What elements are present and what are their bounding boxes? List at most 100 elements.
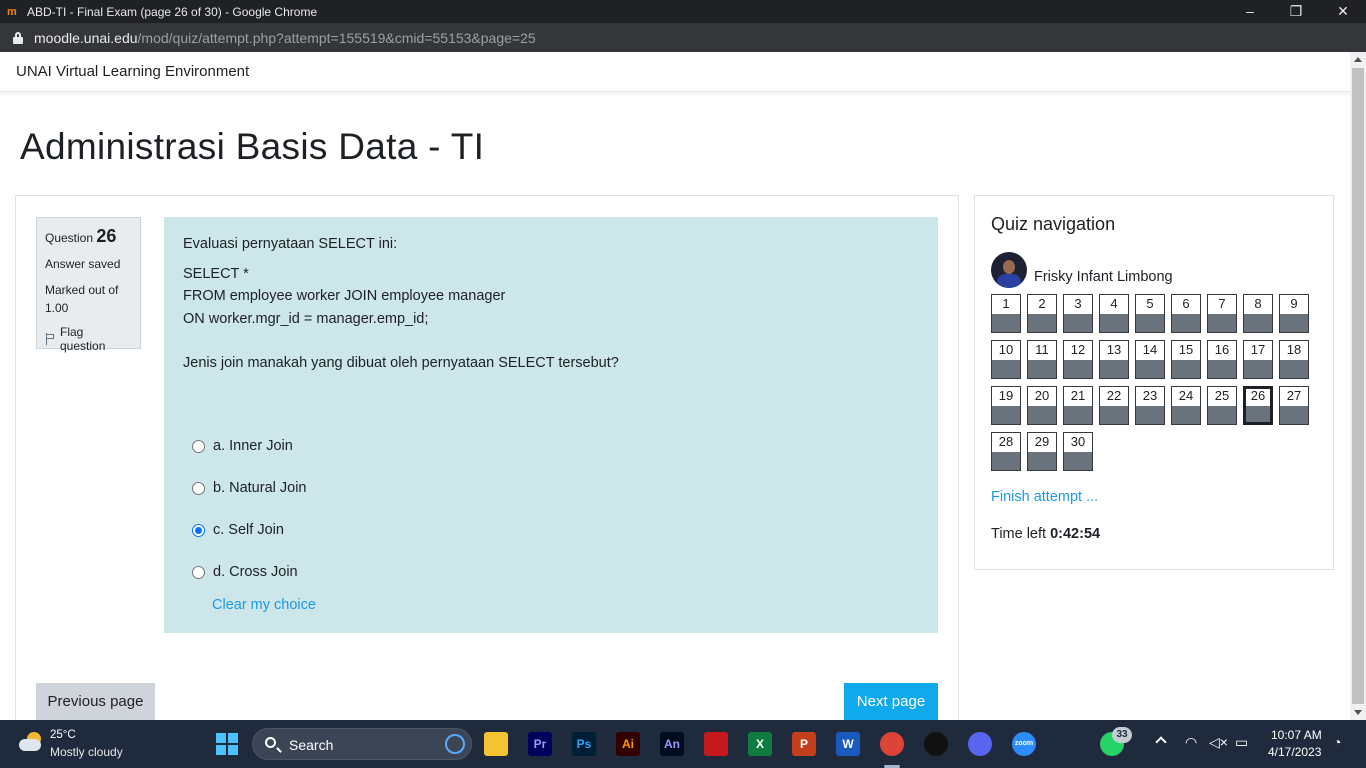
- question-nav-number: 3: [1074, 296, 1082, 311]
- word-icon[interactable]: W: [836, 732, 860, 756]
- scroll-up-arrow-icon[interactable]: [1354, 57, 1362, 62]
- clock-date[interactable]: 4/17/2023: [1268, 745, 1321, 759]
- acrobat-icon[interactable]: [704, 732, 728, 756]
- answer-option-b[interactable]: b. Natural Join: [192, 467, 307, 509]
- answer-option-c[interactable]: c. Self Join: [192, 509, 307, 551]
- flag-question-button[interactable]: Flag question: [45, 325, 132, 353]
- animate-icon[interactable]: An: [660, 732, 684, 756]
- photoshop-icon[interactable]: Ps: [572, 732, 596, 756]
- question-nav-button-23[interactable]: 23: [1135, 386, 1165, 425]
- question-nav-button-9[interactable]: 9: [1279, 294, 1309, 333]
- answer-radio-b[interactable]: [192, 481, 205, 495]
- excel-icon[interactable]: X: [748, 732, 772, 756]
- answer-radio-a[interactable]: [192, 439, 205, 453]
- question-nav-button-16[interactable]: 16: [1207, 340, 1237, 379]
- bing-icon[interactable]: [445, 734, 465, 754]
- question-nav-button-6[interactable]: 6: [1171, 294, 1201, 333]
- question-nav-button-24[interactable]: 24: [1171, 386, 1201, 425]
- weather-description[interactable]: Mostly cloudy: [50, 745, 123, 759]
- battery-icon[interactable]: ▭: [1235, 734, 1248, 751]
- file-explorer-icon[interactable]: [484, 732, 508, 756]
- search-icon: [265, 737, 276, 748]
- question-nav-number: 18: [1286, 342, 1302, 357]
- question-nav-button-2[interactable]: 2: [1027, 294, 1057, 333]
- discord-icon[interactable]: [968, 732, 992, 756]
- question-nav-button-8[interactable]: 8: [1243, 294, 1273, 333]
- answer-label-c[interactable]: c. Self Join: [213, 522, 284, 538]
- question-nav-button-7[interactable]: 7: [1207, 294, 1237, 333]
- illustrator-icon[interactable]: Ai: [616, 732, 640, 756]
- notification-icon[interactable]: ◔: [1333, 734, 1341, 750]
- question-content: Evaluasi pernyataan SELECT ini: SELECT *…: [164, 217, 938, 633]
- question-answered-indicator: [1136, 314, 1164, 332]
- question-nav-button-12[interactable]: 12: [1063, 340, 1093, 379]
- minimize-button[interactable]: –: [1227, 0, 1273, 23]
- answer-label-a[interactable]: a. Inner Join: [213, 438, 293, 454]
- previous-page-button[interactable]: Previous page: [36, 683, 155, 720]
- question-nav-button-11[interactable]: 11: [1027, 340, 1057, 379]
- question-info-panel: Question 26 Answer saved Marked out of 1…: [36, 217, 141, 353]
- address-bar[interactable]: moodle.unai.edu/mod/quiz/attempt.php?att…: [0, 23, 1366, 52]
- question-answered-indicator: [1028, 314, 1056, 332]
- finish-attempt-link[interactable]: Finish attempt ...: [991, 489, 1098, 505]
- question-nav-button-5[interactable]: 5: [1135, 294, 1165, 333]
- clear-choice-link[interactable]: Clear my choice: [212, 597, 316, 613]
- next-page-button[interactable]: Next page: [844, 683, 938, 720]
- question-nav-button-21[interactable]: 21: [1063, 386, 1093, 425]
- volume-muted-icon[interactable]: ◁×: [1209, 734, 1228, 751]
- question-nav-button-1[interactable]: 1: [991, 294, 1021, 333]
- windows-taskbar: 25°C Mostly cloudy Search Pr Ps Ai An X P Wzoo…: [0, 720, 1366, 768]
- question-answered-indicator: [1208, 360, 1236, 378]
- chrome-icon[interactable]: [880, 732, 904, 756]
- user-name[interactable]: Frisky Infant Limbong: [1034, 269, 1173, 285]
- url-text[interactable]: moodle.unai.edu/mod/quiz/attempt.php?att…: [34, 30, 536, 46]
- question-nav-button-22[interactable]: 22: [1099, 386, 1129, 425]
- scroll-down-arrow-icon[interactable]: [1354, 710, 1362, 715]
- answer-radio-c[interactable]: [192, 523, 205, 537]
- windows-start-icon[interactable]: [216, 733, 238, 755]
- zoom-icon[interactable]: zoom: [1012, 732, 1036, 756]
- avatar[interactable]: [991, 252, 1027, 288]
- taskbar-search[interactable]: Search: [252, 728, 472, 760]
- question-nav-button-17[interactable]: 17: [1243, 340, 1273, 379]
- lock-icon[interactable]: [13, 31, 23, 44]
- question-nav-number: 9: [1290, 296, 1298, 311]
- question-nav-button-26[interactable]: 26: [1243, 386, 1273, 425]
- clock-time[interactable]: 10:07 AM: [1271, 728, 1322, 742]
- question-nav-button-10[interactable]: 10: [991, 340, 1021, 379]
- question-nav-button-25[interactable]: 25: [1207, 386, 1237, 425]
- question-nav-button-19[interactable]: 19: [991, 386, 1021, 425]
- question-nav-button-14[interactable]: 14: [1135, 340, 1165, 379]
- powerpoint-icon[interactable]: P: [792, 732, 816, 756]
- answer-option-a[interactable]: a. Inner Join: [192, 425, 307, 467]
- recorder-icon[interactable]: [924, 732, 948, 756]
- question-nav-button-3[interactable]: 3: [1063, 294, 1093, 333]
- question-nav-button-28[interactable]: 28: [991, 432, 1021, 471]
- answer-options: a. Inner Join b. Natural Join c. Self Jo…: [192, 425, 307, 593]
- question-nav-button-30[interactable]: 30: [1063, 432, 1093, 471]
- question-nav-number: 26: [1250, 388, 1266, 403]
- answer-label-d[interactable]: d. Cross Join: [213, 564, 298, 580]
- show-hidden-icons-chevron-icon[interactable]: [1155, 736, 1167, 748]
- weather-cloudy-icon[interactable]: [17, 732, 43, 754]
- premiere-icon[interactable]: Pr: [528, 732, 552, 756]
- site-name-link[interactable]: UNAI Virtual Learning Environment: [16, 63, 249, 80]
- answer-option-d[interactable]: d. Cross Join: [192, 551, 307, 593]
- question-nav-button-4[interactable]: 4: [1099, 294, 1129, 333]
- maximize-button[interactable]: ❐: [1273, 0, 1319, 23]
- question-nav-button-18[interactable]: 18: [1279, 340, 1309, 379]
- question-nav-button-15[interactable]: 15: [1171, 340, 1201, 379]
- question-nav-button-20[interactable]: 20: [1027, 386, 1057, 425]
- weather-temperature[interactable]: 25°C: [50, 729, 76, 741]
- question-nav-button-29[interactable]: 29: [1027, 432, 1057, 471]
- scrollbar-thumb[interactable]: [1352, 68, 1364, 704]
- question-nav-button-13[interactable]: 13: [1099, 340, 1129, 379]
- question-nav-button-27[interactable]: 27: [1279, 386, 1309, 425]
- question-answered-indicator: [1136, 406, 1164, 424]
- wifi-icon[interactable]: ◠: [1185, 734, 1197, 751]
- answer-radio-d[interactable]: [192, 565, 205, 579]
- page-scrollbar[interactable]: [1350, 52, 1366, 720]
- answer-label-b[interactable]: b. Natural Join: [213, 480, 307, 496]
- vscode-icon[interactable]: [1056, 732, 1080, 756]
- close-button[interactable]: ✕: [1320, 0, 1366, 23]
